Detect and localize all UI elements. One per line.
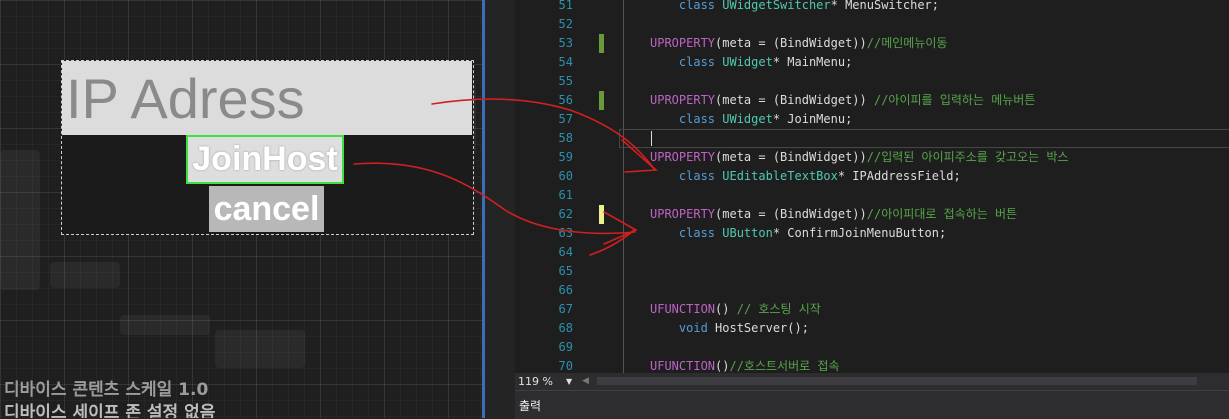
line-number: 56 — [558, 93, 573, 107]
line-number: 66 — [558, 283, 573, 297]
line-number: 64 — [558, 245, 573, 259]
code-line[interactable]: class UEditableTextBox* IPAddressField; — [650, 167, 961, 186]
line-number: 53 — [558, 36, 573, 50]
code-token: UButton — [722, 226, 773, 240]
line-number: 69 — [558, 340, 573, 354]
code-line[interactable]: class UWidget* JoinMenu; — [650, 110, 852, 129]
editor-margin — [485, 0, 515, 418]
code-token: UPROPERTY — [650, 207, 716, 221]
line-number: 65 — [558, 264, 573, 278]
background-ghost-card — [215, 330, 305, 368]
line-number: 61 — [558, 188, 573, 202]
zoom-level[interactable]: 119 % — [518, 373, 553, 390]
line-number: 68 — [558, 321, 573, 335]
code-token: () — [715, 302, 737, 316]
line-number: 67 — [558, 302, 573, 316]
line-number: 62 — [558, 207, 573, 221]
code-token: class — [650, 0, 723, 12]
code-token: (meta = (BindWidget)) — [715, 150, 867, 164]
line-number: 58 — [558, 131, 573, 145]
code-token: UPROPERTY — [650, 93, 716, 107]
code-token: void — [650, 321, 716, 335]
code-token: class — [650, 226, 723, 240]
horizontal-scrollbar[interactable] — [597, 377, 1197, 385]
code-line[interactable]: UPROPERTY(meta = (BindWidget))//아이피대로 접속… — [650, 205, 1017, 224]
change-mark-unsaved — [599, 205, 604, 224]
code-token: * ConfirmJoinMenuButton; — [772, 226, 947, 240]
code-token: class — [650, 112, 723, 126]
code-token: //아이피를 입력하는 메뉴버튼 — [873, 93, 1036, 107]
code-token: //입력된 아이피주소를 갖고오는 박스 — [866, 150, 1069, 164]
zoom-dropdown-icon[interactable]: ▼ — [566, 373, 572, 390]
code-token: * JoinMenu; — [772, 112, 853, 126]
code-token: UPROPERTY — [650, 150, 716, 164]
background-ghost-card — [120, 315, 210, 335]
output-panel-title[interactable]: 출력 — [519, 397, 541, 414]
code-token: UPROPERTY — [650, 36, 716, 50]
code-token: UFUNCTION — [650, 302, 716, 316]
line-number: 55 — [558, 74, 573, 88]
code-token: * IPAddressField; — [837, 169, 961, 183]
cancel-label: cancel — [213, 190, 320, 228]
code-line[interactable]: UPROPERTY(meta = (BindWidget))//입력된 아이피주… — [650, 148, 1068, 167]
line-number-gutter: 51 52 53 54 55 56 57 58 59 60 61 62 63 64 65 66 67 68 69 70 — [515, 0, 595, 373]
line-number: 63 — [558, 226, 573, 240]
code-token: (meta = (BindWidget)) — [715, 207, 867, 221]
editor-status-bar: 119 % ▼ ◀ — [515, 373, 1229, 390]
fold-guide — [623, 0, 624, 373]
device-safe-zone-text: 디바이스 세이프 존 설정 없음 — [4, 403, 216, 418]
code-line[interactable]: UPROPERTY(meta = (BindWidget)) //아이피를 입력… — [650, 91, 1035, 110]
scroll-left-icon[interactable]: ◀ — [582, 373, 589, 390]
background-ghost-card — [0, 150, 40, 290]
code-token: (meta = (BindWidget)) — [715, 36, 867, 50]
code-token: * MenuSwitcher; — [830, 0, 939, 12]
line-number: 51 — [558, 0, 573, 12]
code-token: () — [715, 359, 730, 373]
code-token: * MainMenu; — [772, 55, 853, 69]
code-token: UWidget — [722, 55, 773, 69]
line-number: 59 — [558, 150, 573, 164]
code-token: class — [650, 169, 723, 183]
code-line[interactable]: class UWidgetSwitcher* MenuSwitcher; — [650, 0, 939, 15]
code-editor[interactable]: 51 52 53 54 55 56 57 58 59 60 61 62 63 64 65 66 67 68 69 70… — [515, 0, 1229, 373]
code-token: HostServer(); — [715, 321, 809, 335]
background-ghost-card — [50, 262, 120, 288]
ip-address-label: IP Adress — [66, 67, 305, 130]
line-number: 52 — [558, 17, 573, 31]
device-content-scale-text: 디바이스 콘텐츠 스케일 1.0 — [4, 380, 209, 400]
code-line[interactable]: void HostServer(); — [650, 319, 809, 338]
line-number: 54 — [558, 55, 573, 69]
code-token: UWidget — [722, 112, 773, 126]
code-token: UEditableTextBox — [722, 169, 838, 183]
output-panel: 출력 — [515, 390, 1229, 419]
join-host-label: JoinHost — [192, 140, 338, 178]
line-number: 57 — [558, 112, 573, 126]
change-mark-saved — [599, 91, 604, 110]
text-cursor — [651, 131, 652, 146]
code-token: // 호스팅 시작 — [736, 302, 821, 316]
code-line[interactable]: class UWidget* MainMenu; — [650, 53, 852, 72]
code-token: //호스트서버로 접속 — [729, 359, 840, 373]
code-line[interactable]: UPROPERTY(meta = (BindWidget))//메인메뉴이동 — [650, 34, 947, 53]
code-token: class — [650, 55, 723, 69]
code-line[interactable]: class UButton* ConfirmJoinMenuButton; — [650, 224, 946, 243]
code-token: //메인메뉴이동 — [866, 36, 948, 50]
code-token: UWidgetSwitcher — [722, 0, 831, 12]
code-token: (meta = (BindWidget)) — [715, 93, 874, 107]
line-number: 60 — [558, 169, 573, 183]
widget-designer-canvas[interactable]: IP Adress JoinHost cancel 디바이스 콘텐츠 스케일 1… — [0, 0, 482, 418]
current-line-highlight — [619, 129, 1229, 148]
code-line[interactable]: UFUNCTION()//호스트서버로 접속 — [650, 357, 839, 373]
code-token: //아이피대로 접속하는 버튼 — [866, 207, 1018, 221]
code-token: UFUNCTION — [650, 359, 716, 373]
line-number: 70 — [558, 359, 573, 373]
change-mark-saved — [599, 34, 604, 53]
code-line[interactable]: UFUNCTION() // 호스팅 시작 — [650, 300, 821, 319]
